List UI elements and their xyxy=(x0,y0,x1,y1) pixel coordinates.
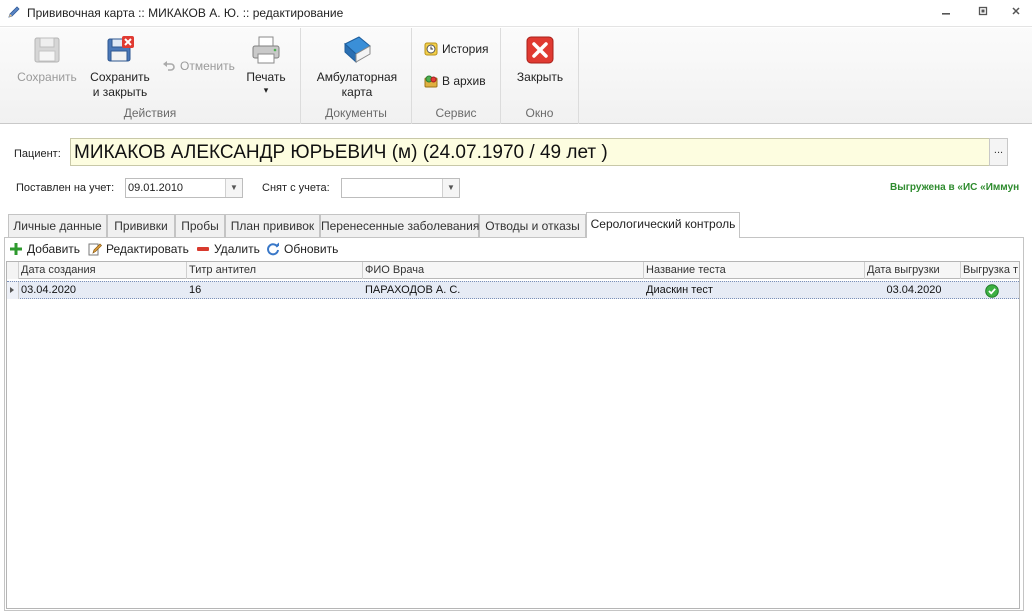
title-bar: Прививочная карта :: МИКАКОВ А. Ю. :: ре… xyxy=(0,0,1032,27)
column-header-export[interactable]: Выгрузка т xyxy=(961,262,1019,279)
column-header-export-date[interactable]: Дата выгрузки xyxy=(865,262,961,279)
column-header-test-name[interactable]: Название теста xyxy=(644,262,865,279)
save-and-close-label-line1: Сохранить xyxy=(90,70,150,84)
restore-button[interactable] xyxy=(972,4,994,22)
plus-icon xyxy=(10,243,22,255)
save-close-icon xyxy=(107,36,134,62)
chevron-down-icon[interactable]: ▼ xyxy=(442,179,459,197)
minimize-button[interactable] xyxy=(935,4,957,22)
pencil-icon xyxy=(8,6,20,18)
window-title: Прививочная карта :: МИКАКОВ А. Ю. :: ре… xyxy=(27,6,344,20)
cell-created: 03.04.2020 xyxy=(21,284,77,296)
restore-icon xyxy=(978,6,988,16)
ribbon: Сохранить Сохранить и закрыть Отменить П… xyxy=(0,28,1032,124)
floppy-disk-icon xyxy=(34,37,60,63)
refresh-button[interactable]: Обновить xyxy=(266,242,338,256)
column-header-doctor[interactable]: ФИО Врача xyxy=(363,262,644,279)
add-label: Добавить xyxy=(27,242,81,256)
removed-date-combo[interactable]: ▼ xyxy=(341,178,460,198)
group-label-service: Сервис xyxy=(435,106,477,120)
print-label: Печать xyxy=(246,70,286,84)
group-label-window: Окно xyxy=(525,106,554,120)
edit-button[interactable]: Редактировать xyxy=(88,242,189,256)
minimize-icon xyxy=(942,13,950,15)
print-button[interactable]: Печать ▾ xyxy=(242,34,290,95)
outpatient-card-label-line2: карта xyxy=(341,85,373,99)
edit-icon xyxy=(88,243,102,256)
tab-vaccination-plan[interactable]: План прививок xyxy=(225,214,320,237)
registered-label: Поставлен на учет: xyxy=(16,182,115,194)
clock-icon xyxy=(424,42,438,56)
row-pointer-icon xyxy=(10,287,14,293)
window-close-button[interactable] xyxy=(1005,4,1027,22)
group-label-actions: Действия xyxy=(123,106,177,120)
archive-label: В архив xyxy=(442,74,486,88)
column-header-titer[interactable]: Титр антител xyxy=(187,262,363,279)
outpatient-card-button[interactable]: Амбулаторная карта xyxy=(311,34,403,100)
save-button[interactable]: Сохранить xyxy=(12,34,82,85)
close-label: Закрыть xyxy=(516,70,564,84)
tab-vaccinations[interactable]: Прививки xyxy=(107,214,175,237)
row-indicator-header xyxy=(7,262,19,279)
removed-label: Снят с учета: xyxy=(262,182,330,194)
registered-date-combo[interactable]: 09.01.2010 ▼ xyxy=(125,178,243,198)
ribbon-group-service: История В архив Сервис xyxy=(412,28,501,124)
save-label: Сохранить xyxy=(17,70,77,84)
ribbon-group-window: Закрыть Окно xyxy=(501,28,579,124)
save-and-close-button[interactable]: Сохранить и закрыть xyxy=(86,34,154,100)
row-indicator xyxy=(7,282,19,299)
close-button[interactable]: Закрыть xyxy=(511,34,569,85)
refresh-label: Обновить xyxy=(284,242,339,256)
cell-doctor: ПАРАХОДОВ А. С. xyxy=(365,284,461,296)
blue-book-icon xyxy=(344,36,371,64)
refresh-icon xyxy=(267,242,279,256)
tab-serological-control[interactable]: Серологический контроль xyxy=(586,212,740,238)
cell-export-status xyxy=(961,283,1019,299)
grid-header: Дата создания Титр антител ФИО Врача Наз… xyxy=(7,262,1019,279)
edit-label: Редактировать xyxy=(106,242,189,256)
tab-past-diseases[interactable]: Перенесенные заболевания xyxy=(320,214,479,237)
red-close-icon xyxy=(526,36,554,64)
check-icon xyxy=(985,284,999,298)
history-button[interactable]: История xyxy=(424,42,489,56)
patient-label: Пациент: xyxy=(14,148,61,160)
undo-icon xyxy=(163,61,175,71)
cell-export-date: 03.04.2020 xyxy=(886,284,942,296)
printer-icon xyxy=(252,36,280,64)
patient-field[interactable]: МИКАКОВ АЛЕКСАНДР ЮРЬЕВИЧ (м) (24.07.197… xyxy=(70,138,990,166)
tab-personal-data[interactable]: Личные данные xyxy=(8,214,107,237)
tab-exemptions[interactable]: Отводы и отказы xyxy=(479,214,586,237)
print-dropdown-arrow[interactable]: ▾ xyxy=(242,85,290,95)
export-status: Выгружена в «ИС «Иммун xyxy=(890,182,1020,193)
cell-titer: 16 xyxy=(189,284,202,296)
cell-test-name: Диаскин тест xyxy=(646,284,713,296)
add-button[interactable]: Добавить xyxy=(9,242,80,256)
delete-button[interactable]: Удалить xyxy=(196,242,260,256)
undo-button[interactable]: Отменить xyxy=(162,59,235,73)
tab-tests[interactable]: Пробы xyxy=(175,214,225,237)
save-and-close-label-line2: и закрыть xyxy=(92,85,148,99)
group-label-documents: Документы xyxy=(325,106,387,120)
table-row[interactable]: 03.04.2020 16 ПАРАХОДОВ А. С. Диаскин те… xyxy=(7,281,1019,299)
registered-date-value: 09.01.2010 xyxy=(128,182,184,194)
delete-label: Удалить xyxy=(214,242,260,256)
outpatient-card-label-line1: Амбулаторная xyxy=(316,70,398,84)
ribbon-group-actions: Сохранить Сохранить и закрыть Отменить П… xyxy=(0,28,301,124)
archive-button[interactable]: В архив xyxy=(424,74,486,88)
column-header-created[interactable]: Дата создания xyxy=(19,262,187,279)
archive-icon xyxy=(424,75,438,88)
chevron-down-icon[interactable]: ▼ xyxy=(225,179,242,197)
history-label: История xyxy=(442,42,489,56)
serology-grid: Дата создания Титр антител ФИО Врача Наз… xyxy=(6,261,1020,609)
ribbon-group-documents: Амбулаторная карта Документы xyxy=(301,28,412,124)
undo-label: Отменить xyxy=(180,59,235,73)
minus-icon xyxy=(197,247,209,251)
close-icon xyxy=(1012,7,1020,15)
patient-more-button[interactable]: ... xyxy=(989,138,1008,166)
